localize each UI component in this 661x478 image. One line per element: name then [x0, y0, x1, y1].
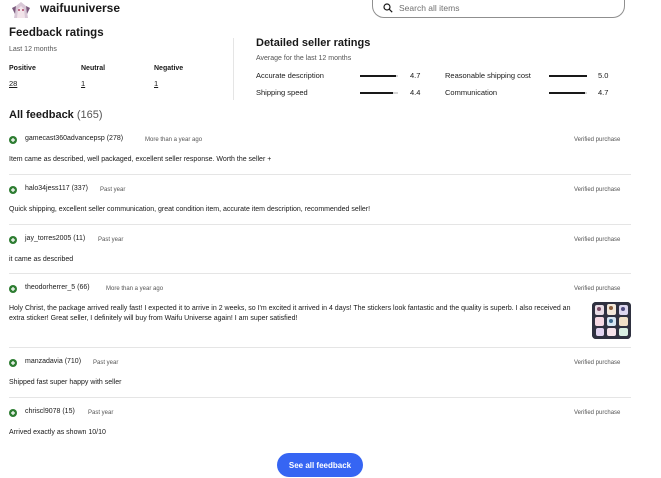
review-username[interactable]: manzadavia (710)	[25, 358, 81, 365]
review-comment: it came as described	[9, 256, 74, 263]
detailed-ratings-period: Average for the last 12 months	[256, 55, 352, 62]
rating-value-shipping-cost: 5.0	[598, 71, 609, 80]
row-divider	[9, 273, 631, 274]
verified-purchase: Verified purchase	[574, 360, 621, 366]
review-comment: Arrived exactly as shown 10/10	[9, 429, 106, 436]
verified-purchase: Verified purchase	[574, 137, 621, 143]
store-logo-icon[interactable]	[10, 0, 32, 18]
see-all-feedback-button[interactable]: See all feedback	[277, 453, 363, 477]
verified-purchase: Verified purchase	[574, 410, 621, 416]
review-time: More than a year ago	[145, 137, 203, 143]
store-name[interactable]: waifuuniverse	[40, 0, 120, 16]
review-username[interactable]: theodorherrer_5 (66)	[25, 284, 90, 291]
positive-feedback-icon	[9, 136, 17, 144]
feedback-ratings-title: Feedback ratings	[9, 27, 104, 39]
feedback-ratings-period: Last 12 months	[9, 46, 57, 53]
rating-value-shipping-speed: 4.4	[410, 88, 421, 97]
review-time: Past year	[93, 360, 119, 366]
rating-bar-fill	[549, 75, 587, 77]
rating-label-accurate-description: Accurate description	[256, 71, 324, 80]
rating-label-communication: Communication	[445, 88, 498, 97]
all-feedback-label: All feedback	[9, 109, 74, 121]
rating-bar-communication	[549, 92, 587, 94]
review-username[interactable]: halo34jess117 (337)	[25, 185, 88, 192]
rating-label-shipping-cost: Reasonable shipping cost	[445, 71, 531, 80]
rating-bar-accurate-description	[360, 75, 398, 77]
rating-bar-fill	[360, 75, 396, 77]
row-divider	[9, 174, 631, 175]
positive-feedback-icon	[9, 409, 17, 417]
rating-bar-shipping-cost	[549, 75, 587, 77]
rating-value-communication: 4.7	[598, 88, 609, 97]
neutral-count-link[interactable]: 1	[81, 79, 85, 88]
review-time: Past year	[100, 187, 126, 193]
positive-feedback-icon	[9, 359, 17, 367]
all-feedback-title: All feedback (165)	[9, 109, 103, 121]
review-username[interactable]: chriscl9078 (15)	[25, 408, 75, 415]
review-time: More than a year ago	[106, 286, 164, 292]
review-time: Past year	[98, 237, 124, 243]
rating-label-shipping-speed: Shipping speed	[256, 88, 308, 97]
review-username[interactable]: jay_torres2005 (11)	[25, 235, 85, 242]
positive-label: Positive	[9, 65, 36, 72]
sticker-photo-icon	[592, 302, 631, 339]
negative-count-link[interactable]: 1	[154, 79, 158, 88]
review-comment: Shipped fast super happy with seller	[9, 379, 122, 386]
verified-purchase: Verified purchase	[574, 286, 621, 292]
all-feedback-count: (165)	[76, 109, 103, 121]
search-bar[interactable]	[372, 0, 625, 18]
rating-bar-shipping-speed	[360, 92, 398, 94]
review-time: Past year	[88, 410, 114, 416]
row-divider	[9, 347, 631, 348]
verified-purchase: Verified purchase	[574, 237, 621, 243]
negative-label: Negative	[154, 65, 184, 72]
review-photo-thumbnail[interactable]	[592, 302, 631, 339]
search-icon[interactable]	[383, 3, 393, 13]
review-comment: Holy Christ, the package arrived really …	[9, 305, 571, 322]
positive-count-link[interactable]: 28	[9, 79, 17, 88]
row-divider	[9, 224, 631, 225]
rating-value-accurate-description: 4.7	[410, 71, 421, 80]
review-comment: Item came as described, well packaged, e…	[9, 156, 272, 163]
review-comment: Quick shipping, excellent seller communi…	[9, 206, 371, 213]
positive-feedback-icon	[9, 285, 17, 293]
detailed-ratings-title: Detailed seller ratings	[256, 37, 371, 49]
neutral-label: Neutral	[81, 65, 106, 72]
ratings-divider	[233, 38, 234, 100]
positive-feedback-icon	[9, 236, 17, 244]
rating-bar-fill	[549, 92, 585, 94]
search-input[interactable]	[399, 1, 609, 15]
verified-purchase: Verified purchase	[574, 187, 621, 193]
rating-bar-fill	[360, 92, 394, 94]
store-header: waifuuniverse	[0, 0, 661, 22]
review-username[interactable]: gamecast360advancepsp (278)	[25, 135, 123, 142]
positive-feedback-icon	[9, 186, 17, 194]
row-divider	[9, 397, 631, 398]
